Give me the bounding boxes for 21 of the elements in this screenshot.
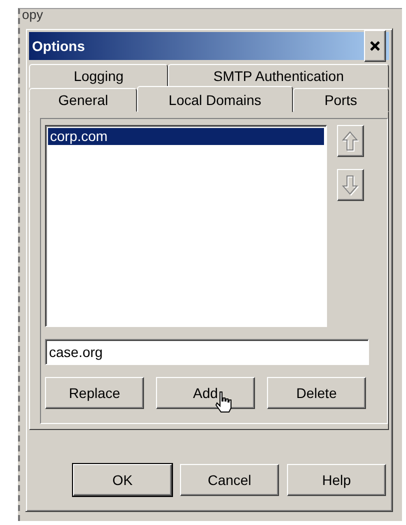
action-button[interactable]: Delete (267, 377, 366, 409)
close-icon (370, 41, 380, 51)
tab[interactable]: SMTP Authentication (168, 64, 389, 88)
domain-field[interactable]: case.org (45, 339, 369, 365)
tab[interactable]: Logging (29, 64, 168, 88)
hand-cursor-icon (215, 391, 233, 413)
close-button[interactable] (364, 30, 386, 62)
dialog-button[interactable]: Cancel (180, 464, 279, 496)
arrow-icon (342, 174, 359, 196)
tab[interactable]: Local Domains (137, 86, 293, 112)
dialog-button[interactable]: Help (287, 464, 386, 496)
dialog-button[interactable]: OK (73, 464, 172, 496)
tab[interactable]: Ports (292, 88, 390, 112)
background-text: opy (22, 7, 43, 22)
window-title: Options (32, 38, 85, 54)
list-item[interactable]: corp.com (48, 128, 324, 145)
domain-list[interactable]: corp.com (45, 125, 327, 327)
action-button[interactable]: Add (156, 377, 255, 409)
tab[interactable]: General (29, 88, 138, 112)
arrow-icon (342, 130, 359, 152)
action-button[interactable]: Replace (45, 377, 144, 409)
